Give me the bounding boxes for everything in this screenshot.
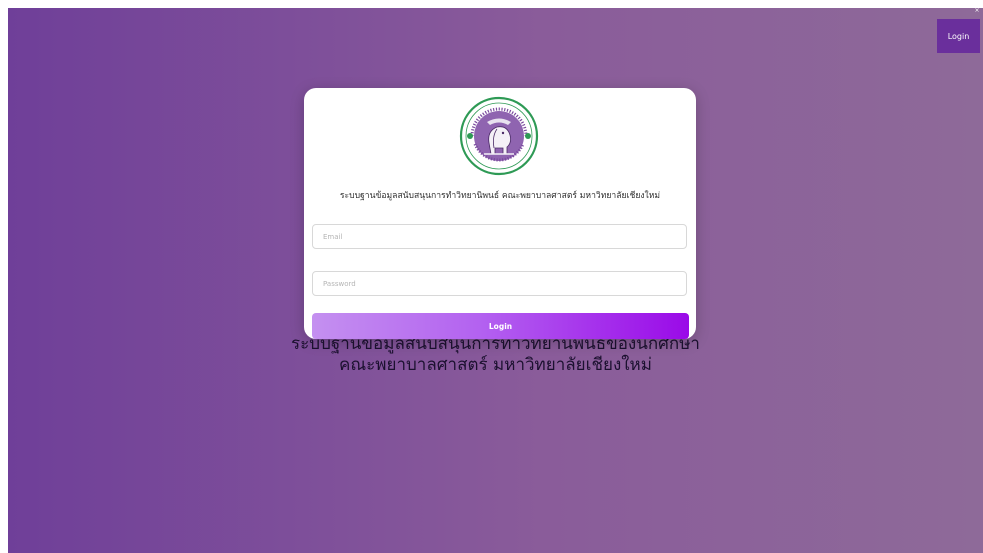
login-button[interactable]: Login xyxy=(312,313,689,339)
page-heading: ระบบฐานข้อมูลสนับสนุนการทำวิทยานิพนธ์ของ… xyxy=(8,334,983,376)
page-background: ระบบฐานข้อมูลสนับสนุนการทำวิทยานิพนธ์ของ… xyxy=(8,8,983,553)
university-seal-icon xyxy=(459,96,539,176)
close-icon[interactable]: × xyxy=(974,8,980,14)
header-login-button[interactable]: Login xyxy=(937,19,980,53)
email-field[interactable] xyxy=(312,224,687,249)
page-heading-line-2: คณะพยาบาลศาสตร์ มหาวิทยาลัยเชียงใหม่ xyxy=(339,355,652,375)
modal-subtitle: ระบบฐานข้อมูลสนับสนุนการทำวิทยานิพนธ์ คณ… xyxy=(339,191,661,201)
password-field[interactable] xyxy=(312,271,687,296)
login-modal: ระบบฐานข้อมูลสนับสนุนการทำวิทยานิพนธ์ คณ… xyxy=(304,88,696,339)
